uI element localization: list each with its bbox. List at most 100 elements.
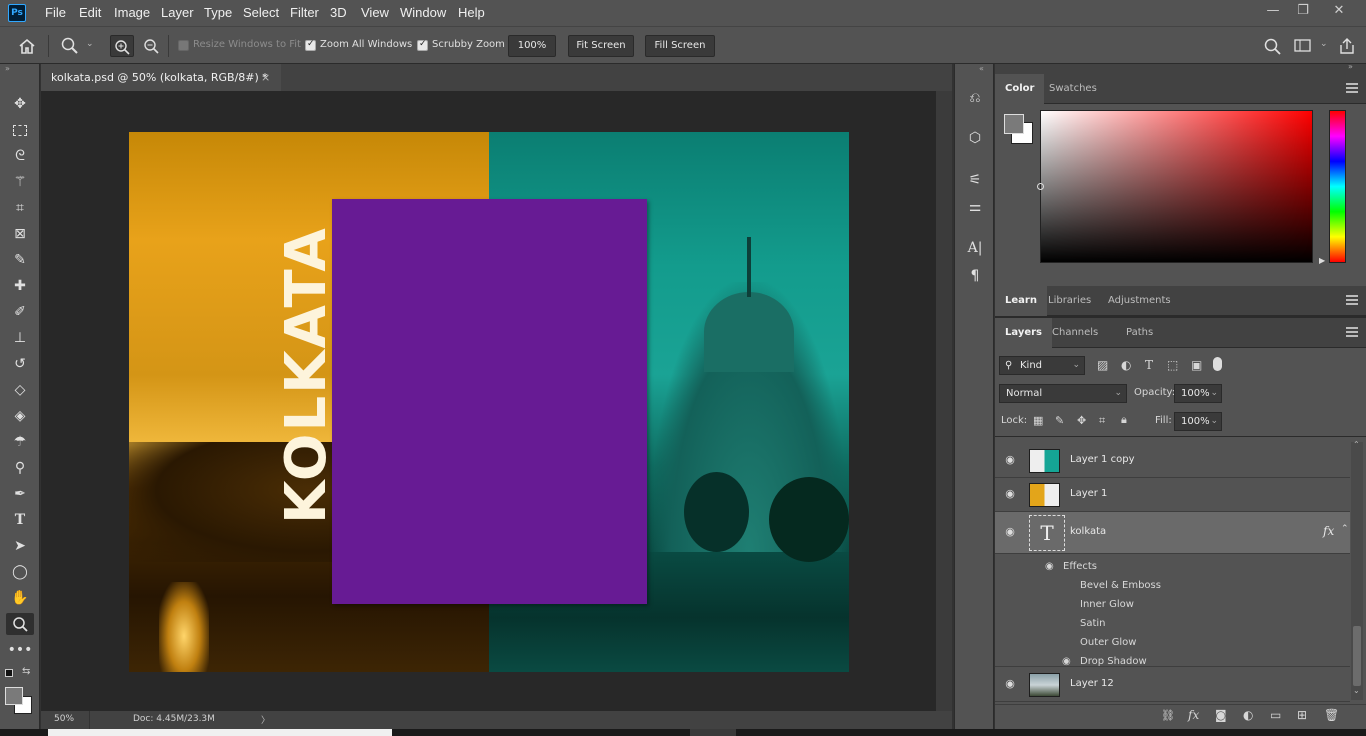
brush-settings-icon[interactable]: ⚟ — [963, 169, 987, 191]
tab-color[interactable]: Color — [995, 74, 1045, 104]
menu-type[interactable]: Type — [204, 0, 232, 26]
search-icon[interactable] — [1264, 38, 1282, 56]
new-group-icon[interactable]: ▭ — [1270, 708, 1281, 722]
visibility-eye-icon[interactable]: ◉ — [1003, 678, 1017, 689]
character-panel-icon[interactable]: A| — [963, 237, 987, 259]
layer-row[interactable]: ◉ Layer 1 — [995, 478, 1350, 512]
paint-bucket-tool-icon[interactable]: ◈ — [6, 405, 34, 427]
crop-tool-icon[interactable]: ⌗ — [6, 197, 34, 219]
fit-screen-button[interactable]: Fit Screen — [568, 35, 634, 57]
brush-tool-icon[interactable]: ✐ — [6, 301, 34, 323]
chevron-down-icon[interactable]: ⌄ — [86, 39, 94, 49]
close-window-button[interactable]: ✕ — [1324, 0, 1354, 22]
filter-shape-icon[interactable]: ⬚ — [1167, 358, 1178, 372]
visibility-eye-icon[interactable]: ◉ — [1003, 526, 1017, 537]
color-panel-fg-swatch[interactable] — [1004, 114, 1024, 134]
hue-slider[interactable] — [1329, 110, 1346, 263]
learn-panel-menu-icon[interactable] — [1346, 295, 1358, 305]
fx-icon[interactable]: fx — [1323, 524, 1334, 538]
menu-window[interactable]: Window — [400, 0, 446, 26]
hand-tool-icon[interactable]: ✋ — [6, 587, 34, 609]
layer-row-selected[interactable]: ◉ T kolkata fx ⌃ — [995, 512, 1350, 554]
fill-input[interactable]: 100% ⌄ — [1174, 412, 1222, 431]
visibility-eye-icon[interactable]: ◉ — [1003, 454, 1017, 465]
adjustment-sliders-icon[interactable]: ⚌ — [963, 196, 987, 218]
paragraph-panel-icon[interactable]: ¶ — [963, 265, 987, 287]
collapse-toolbar-icon[interactable]: » — [5, 64, 10, 73]
color-panel-menu-icon[interactable] — [1346, 83, 1358, 93]
ellipse-tool-icon[interactable]: ◯ — [6, 561, 34, 583]
zoom-tool-preset-icon[interactable] — [60, 37, 80, 55]
menu-edit[interactable]: Edit — [79, 0, 101, 26]
menu-help[interactable]: Help — [458, 0, 485, 26]
zoom-all-windows-checkbox[interactable]: ✓ — [305, 39, 316, 51]
effect-item[interactable]: Inner Glow — [1080, 599, 1134, 610]
zoom-100-button[interactable]: 100% — [508, 35, 556, 57]
filter-smart-object-icon[interactable]: ▣ — [1191, 358, 1202, 372]
layer-kind-filter[interactable]: ⚲ Kind ⌄ — [999, 356, 1085, 375]
canvas-vertical-scrollbar[interactable] — [936, 91, 952, 711]
more-tools-icon[interactable]: ••• — [6, 639, 34, 661]
menu-layer[interactable]: Layer — [161, 0, 194, 26]
menu-filter[interactable]: Filter — [290, 0, 319, 26]
collapse-effects-icon[interactable]: ⌃ — [1341, 524, 1349, 534]
tab-libraries[interactable]: Libraries — [1038, 286, 1101, 316]
resize-windows-checkbox[interactable] — [178, 40, 189, 51]
effect-item[interactable]: Outer Glow — [1080, 637, 1136, 648]
lock-position-icon[interactable]: ✥ — [1077, 414, 1086, 427]
lock-artboard-icon[interactable]: ⌗ — [1099, 414, 1105, 428]
scrubby-zoom-checkbox[interactable]: ✓ — [417, 39, 428, 51]
lasso-tool-icon[interactable]: ᘓ — [6, 145, 34, 167]
move-tool-icon[interactable]: ✥ — [6, 93, 34, 115]
zoom-tool-icon[interactable] — [6, 613, 34, 635]
path-selection-tool-icon[interactable]: ➤ — [6, 535, 34, 557]
tab-paths[interactable]: Paths — [1116, 318, 1163, 348]
lock-image-icon[interactable]: ✎ — [1055, 414, 1064, 427]
opacity-input[interactable]: 100% ⌄ — [1174, 384, 1222, 403]
filter-toggle-icon[interactable] — [1213, 357, 1222, 371]
visibility-eye-icon[interactable]: ◉ — [1003, 488, 1017, 499]
fill-screen-button[interactable]: Fill Screen — [645, 35, 715, 57]
expand-panels-icon[interactable]: « — [979, 64, 984, 73]
collapse-panels-icon[interactable]: » — [1348, 62, 1353, 71]
default-colors-icon[interactable] — [5, 669, 13, 677]
foreground-color-swatch[interactable] — [5, 687, 23, 705]
blur-tool-icon[interactable]: ☂ — [6, 431, 34, 453]
new-layer-icon[interactable]: ⊞ — [1297, 708, 1307, 722]
document-canvas[interactable]: KOLKATA — [129, 132, 849, 672]
eyedropper-tool-icon[interactable]: ✎ — [6, 249, 34, 271]
marquee-tool-icon[interactable] — [6, 119, 34, 141]
restore-button[interactable]: ❐ — [1288, 0, 1318, 22]
layers-scrollbar[interactable]: ⌃ ⌄ — [1351, 440, 1363, 700]
layer-row[interactable]: ◉ Layer 12 — [995, 668, 1350, 702]
add-mask-icon[interactable]: ◙ — [1215, 708, 1227, 722]
add-style-fx-icon[interactable]: fx — [1188, 708, 1199, 722]
menu-image[interactable]: Image — [114, 0, 150, 26]
menu-view[interactable]: View — [361, 0, 389, 26]
history-panel-icon[interactable]: ⎌ — [963, 87, 987, 109]
layer-row[interactable]: ◉ Layer 1 copy — [995, 444, 1350, 478]
tab-channels[interactable]: Channels — [1042, 318, 1108, 348]
canvas-area[interactable]: KOLKATA — [41, 91, 936, 711]
eraser-tool-icon[interactable]: ◇ — [6, 379, 34, 401]
lock-transparent-icon[interactable]: ▦ — [1033, 414, 1043, 427]
home-icon[interactable] — [18, 38, 36, 54]
zoom-level[interactable]: 50% — [54, 714, 74, 724]
tab-adjustments[interactable]: Adjustments — [1098, 286, 1181, 316]
effect-item[interactable]: Bevel & Emboss — [1080, 580, 1161, 591]
blend-mode-select[interactable]: Normal ⌄ — [999, 384, 1127, 403]
taskbar-search-box[interactable] — [48, 729, 392, 736]
effects-eye-icon[interactable]: ◉ — [1045, 561, 1054, 572]
share-icon[interactable] — [1338, 37, 1356, 55]
filter-pixel-icon[interactable]: ▨ — [1097, 358, 1108, 372]
status-menu-arrow-icon[interactable]: 〉 — [261, 713, 270, 726]
tab-swatches[interactable]: Swatches — [1039, 74, 1107, 104]
history-brush-tool-icon[interactable]: ↺ — [6, 353, 34, 375]
close-tab-icon[interactable]: × — [261, 64, 270, 91]
filter-type-icon[interactable]: T — [1145, 358, 1153, 372]
color-field[interactable] — [1040, 110, 1313, 263]
zoom-out-icon[interactable] — [143, 38, 159, 54]
new-adjustment-icon[interactable]: ◐ — [1243, 708, 1253, 722]
healing-brush-tool-icon[interactable]: ✚ — [6, 275, 34, 297]
workspace-chevron-icon[interactable]: ⌄ — [1320, 39, 1328, 49]
